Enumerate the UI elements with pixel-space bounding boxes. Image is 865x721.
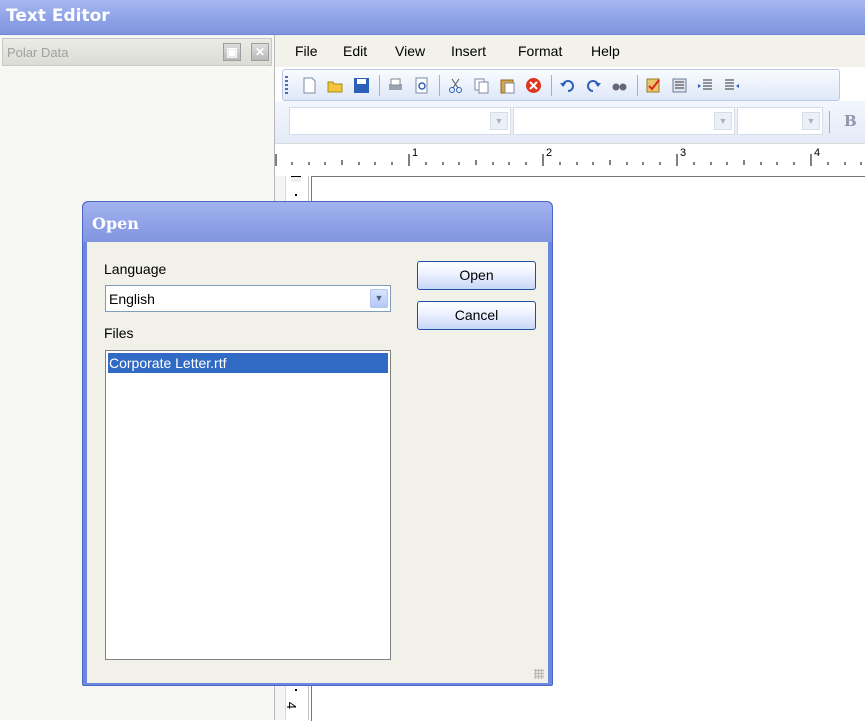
ruler-mark: 2 [546,147,553,159]
ruler-ticks [275,154,862,166]
app-title: Text Editor [6,6,110,26]
print-preview-icon[interactable] [413,77,430,94]
menu-format[interactable]: Format [518,43,562,59]
chevron-down-icon[interactable]: ▼ [490,112,508,130]
chevron-down-icon[interactable]: ▼ [370,289,388,308]
delete-icon[interactable] [525,77,542,94]
save-icon[interactable] [353,77,370,94]
chevron-down-icon[interactable]: ▼ [802,112,820,130]
language-value: English [109,291,155,307]
menu-edit[interactable]: Edit [343,43,367,59]
list-item[interactable]: Corporate Letter.rtf [108,353,388,373]
resize-grip[interactable] [534,669,544,679]
ruler-mark: 4 [814,147,821,159]
redo-icon[interactable] [585,77,602,94]
toolbar-separator [637,75,638,96]
indent-icon[interactable] [697,77,714,94]
find-icon[interactable] [611,77,628,94]
dialog-title-bar[interactable]: Open [83,202,552,242]
toolbar-separator [379,75,380,96]
open-button[interactable]: Open [417,261,536,290]
cancel-button[interactable]: Cancel [417,301,536,330]
toolbar-grip[interactable] [285,76,288,94]
menu-bar: File Edit View Insert Format Help [275,35,865,67]
cut-icon[interactable] [447,77,464,94]
bold-button[interactable]: B [844,112,857,130]
files-list[interactable]: Corporate Letter.rtf [105,350,391,660]
ruler-mark: 1 [412,147,419,159]
language-select[interactable]: English ▼ [105,285,391,312]
file-name: Corporate Letter.rtf [109,355,227,371]
ruler-mark: 4 [284,701,300,710]
horizontal-ruler[interactable]: 1 2 3 4 [275,143,865,176]
toolbar-separator [439,75,440,96]
ruler-mark: 3 [680,147,687,159]
standard-toolbar [282,69,840,101]
panel-title: Polar Data [7,45,69,60]
menu-insert[interactable]: Insert [451,43,486,59]
undo-icon[interactable] [559,77,576,94]
pin-icon[interactable]: ▣ [223,43,241,61]
panel-header: Polar Data ▣ ✕ [2,38,272,66]
dialog-body: Language English ▼ Files Corporate Lette… [87,242,548,683]
print-icon[interactable] [387,77,404,94]
title-bar: Text Editor [0,0,865,35]
style-combo[interactable]: ▼ [289,107,511,135]
menu-file[interactable]: File [295,43,318,59]
chevron-down-icon[interactable]: ▼ [714,112,732,130]
language-label: Language [104,261,167,277]
files-label: Files [104,325,134,341]
open-dialog: Open Language English ▼ Files Corporate … [82,201,553,686]
align-icon[interactable] [671,77,688,94]
close-icon[interactable]: ✕ [251,43,269,61]
outdent-icon[interactable] [723,77,740,94]
format-toolbar: ▼ ▼ ▼ B [275,101,865,143]
menu-view[interactable]: View [395,43,425,59]
toolbar-separator [551,75,552,96]
toolbar-separator [829,111,830,133]
copy-icon[interactable] [473,77,490,94]
new-document-icon[interactable] [301,77,318,94]
spell-check-icon[interactable] [645,77,662,94]
font-size-combo[interactable]: ▼ [737,107,823,135]
dialog-title: Open [92,214,139,233]
open-folder-icon[interactable] [327,77,344,94]
menu-help[interactable]: Help [591,43,620,59]
font-combo[interactable]: ▼ [513,107,735,135]
paste-icon[interactable] [499,77,516,94]
